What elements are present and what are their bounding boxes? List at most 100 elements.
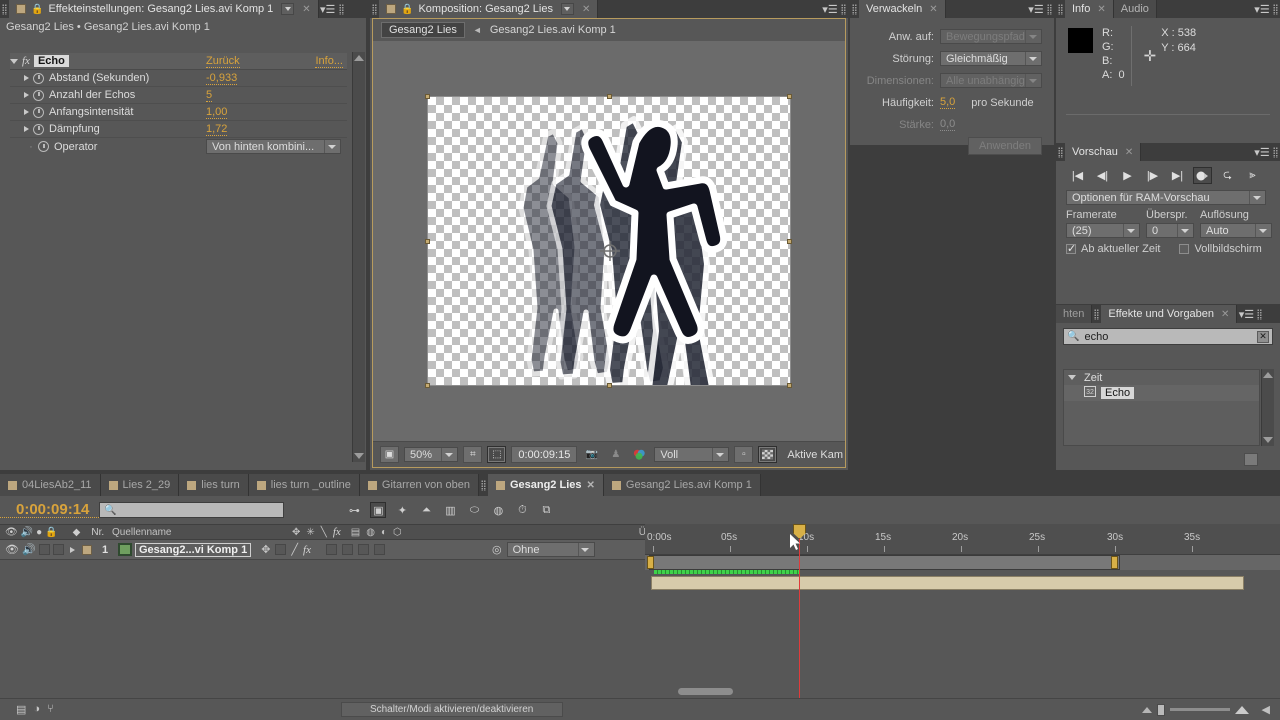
disclosure-triangle-icon[interactable] xyxy=(24,92,29,98)
skip-dropdown[interactable]: 0 xyxy=(1146,223,1194,238)
panel-grip-icon[interactable] xyxy=(370,0,379,18)
close-icon[interactable]: ✕ xyxy=(582,4,590,15)
scroll-up-icon[interactable] xyxy=(1263,372,1273,378)
work-area-bar[interactable] xyxy=(645,554,1280,570)
apply-button[interactable]: Anwenden xyxy=(968,137,1042,155)
tab-dropdown-icon[interactable] xyxy=(560,3,574,15)
transparency-grid-icon[interactable] xyxy=(758,446,778,463)
stopwatch-icon[interactable] xyxy=(33,106,44,118)
tab-info[interactable]: Info ✕ xyxy=(1065,0,1114,18)
timeline-tab-0[interactable]: 04LiesAb2_11 xyxy=(0,474,101,496)
scroll-down-icon[interactable] xyxy=(354,453,364,459)
comp-flowchart-icon[interactable]: ▤ xyxy=(16,703,26,716)
operator-dropdown[interactable]: Von hinten kombini... xyxy=(206,139,341,154)
effect-controls-scrollbar[interactable] xyxy=(352,52,365,462)
current-time-indicator[interactable] xyxy=(799,524,800,698)
three-d-toggle[interactable] xyxy=(374,544,385,555)
draft-3d-icon[interactable]: ▣ xyxy=(370,502,387,518)
motion-blur-icon[interactable]: ▥ xyxy=(442,502,458,518)
disclosure-triangle-icon[interactable] xyxy=(24,109,29,115)
channel-rgb-icon[interactable] xyxy=(630,446,649,463)
quality-toggle[interactable] xyxy=(275,544,287,555)
comp-renderer-icon[interactable]: ◑ xyxy=(33,703,40,716)
close-icon[interactable]: ✕ xyxy=(1221,309,1229,320)
timeline-horizontal-scrollbar[interactable] xyxy=(650,687,1254,696)
panel-menu-icon[interactable]: ▾☰ xyxy=(319,0,337,18)
panel-menu-icon[interactable]: ▾☰ xyxy=(821,0,839,18)
audio-icon[interactable]: 🔊 xyxy=(22,543,36,556)
stopwatch-icon[interactable] xyxy=(33,72,44,84)
draft-quality-icon[interactable]: ╱ xyxy=(291,543,298,556)
zoom-slider-track[interactable] xyxy=(1169,708,1230,711)
chevron-down-icon[interactable] xyxy=(1025,30,1039,43)
ram-preview-options-dropdown[interactable]: Optionen für RAM-Vorschau xyxy=(1066,190,1266,205)
chevron-down-icon[interactable] xyxy=(1025,74,1039,87)
layer-name[interactable]: Gesang2...vi Komp 1 xyxy=(135,542,252,557)
hide-shy-layers-icon[interactable]: ✦ xyxy=(394,502,410,518)
effect-header-row[interactable]: fx Echo Zurück Info... xyxy=(10,53,347,70)
selection-handle-tc[interactable] xyxy=(607,94,612,99)
panel-grip-right-icon[interactable] xyxy=(1255,305,1264,323)
switches-modes-button[interactable]: Schalter/Modi aktivieren/deaktivieren xyxy=(340,702,563,717)
property-value[interactable]: 1,72 xyxy=(206,123,228,136)
disclosure-triangle-icon[interactable] xyxy=(1068,375,1076,380)
region-of-interest-icon[interactable]: ⬚ xyxy=(487,446,507,463)
panel-grip-icon[interactable] xyxy=(1056,0,1065,18)
info-link[interactable]: Info... xyxy=(315,55,343,68)
time-ruler[interactable]: 0:00s 05s 10s 15s 20s 25s 30s 35s xyxy=(645,524,1280,554)
breadcrumb-comp-button[interactable]: Gesang2 Lies xyxy=(381,22,465,38)
graph-editor-toggle-icon[interactable]: ⑂ xyxy=(47,703,54,716)
close-icon[interactable]: ✕ xyxy=(1097,4,1105,15)
panel-grip-right-icon[interactable] xyxy=(1271,0,1280,18)
chevron-down-icon[interactable] xyxy=(712,448,726,461)
reset-link[interactable]: Zurück xyxy=(206,55,240,68)
motion-blur-toggle[interactable] xyxy=(342,544,353,555)
chevron-down-icon[interactable] xyxy=(1123,224,1137,237)
scroll-up-icon[interactable] xyxy=(354,55,364,61)
timeline-search-input[interactable]: 🔍 xyxy=(99,502,285,518)
timeline-tab-3[interactable]: lies turn _outline xyxy=(248,474,360,496)
grid-guides-icon[interactable]: ⌗ xyxy=(463,446,483,463)
chevron-down-icon[interactable] xyxy=(324,140,338,153)
panel-grip-icon[interactable] xyxy=(479,474,488,496)
apply-to-dropdown[interactable]: Bewegungspfad xyxy=(940,29,1042,44)
stopwatch-icon[interactable] xyxy=(33,89,44,101)
show-snapshot-icon[interactable]: ♟ xyxy=(606,446,625,463)
close-icon[interactable]: ✕ xyxy=(929,4,937,15)
selection-handle-bl[interactable] xyxy=(425,383,430,388)
disclosure-triangle-icon[interactable] xyxy=(24,75,29,81)
breadcrumb-current-label[interactable]: Gesang2 Lies.avi Komp 1 xyxy=(490,24,616,36)
property-row-operator[interactable]: · Operator Von hinten kombini... xyxy=(10,138,347,155)
selection-handle-tl[interactable] xyxy=(425,94,430,99)
panel-menu-icon[interactable]: ▾☰ xyxy=(1253,0,1271,18)
effect-item-echo[interactable]: 32 Echo xyxy=(1064,385,1259,401)
parent-pickwhip-icon[interactable]: ◎ xyxy=(492,543,502,556)
timeline-current-time[interactable]: 0:00:09:14 xyxy=(0,502,100,518)
clear-search-icon[interactable]: ✕ xyxy=(1257,330,1269,343)
selection-handle-bc[interactable] xyxy=(607,383,612,388)
collapse-arrow-icon[interactable]: ◀ xyxy=(1262,703,1270,716)
panel-grip-icon[interactable] xyxy=(1092,305,1101,323)
panel-menu-icon[interactable]: ▾☰ xyxy=(1253,143,1271,161)
search-field[interactable]: 🔍 echo ✕ xyxy=(1063,328,1273,345)
property-value[interactable]: -0,933 xyxy=(206,72,238,85)
tab-wiggler[interactable]: Verwackeln ✕ xyxy=(859,0,946,18)
timeline-tab-5[interactable]: Gesang2 Lies ✕ xyxy=(487,474,604,496)
tab-dropdown-icon[interactable] xyxy=(281,3,295,15)
chevron-down-icon[interactable] xyxy=(1249,191,1263,204)
tab-preview[interactable]: Vorschau ✕ xyxy=(1065,143,1142,161)
property-row-anzahl-echos[interactable]: Anzahl der Echos 5 xyxy=(10,87,347,104)
close-icon[interactable]: ✕ xyxy=(302,4,310,15)
frequency-value[interactable]: 5,0 xyxy=(940,96,956,109)
stopwatch-icon[interactable] xyxy=(33,123,44,135)
fullscreen-checkbox[interactable] xyxy=(1179,244,1190,254)
parent-dropdown[interactable]: Ohne xyxy=(506,542,595,557)
audio-preview-icon[interactable] xyxy=(1193,167,1212,184)
timeline-tab-2[interactable]: lies turn xyxy=(179,474,249,496)
close-icon[interactable]: ✕ xyxy=(1125,147,1133,158)
panel-menu-icon[interactable]: ▾☰ xyxy=(1027,0,1045,18)
composition-canvas[interactable] xyxy=(425,94,792,388)
disclosure-triangle-icon[interactable] xyxy=(24,126,29,132)
current-time-display[interactable]: 0:00:09:15 xyxy=(511,446,578,463)
effects-category-zeit[interactable]: Zeit xyxy=(1064,370,1259,385)
